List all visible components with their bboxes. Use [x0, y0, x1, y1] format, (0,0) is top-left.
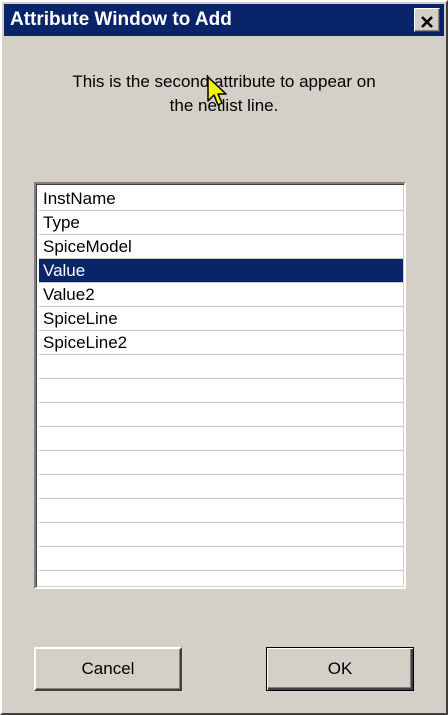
list-item[interactable]: SpiceLine2	[39, 331, 403, 355]
list-item-empty[interactable]	[39, 355, 403, 379]
list-item-empty[interactable]	[39, 499, 403, 523]
instruction-line-2: the netlist line.	[169, 96, 279, 115]
close-icon	[421, 16, 433, 28]
cancel-button[interactable]: Cancel	[34, 647, 182, 691]
close-button[interactable]	[414, 8, 440, 32]
list-item-empty[interactable]	[39, 427, 403, 451]
instruction-line-1: This is the second attribute to appear o…	[72, 72, 376, 91]
window-title: Attribute Window to Add	[10, 9, 232, 30]
ok-button[interactable]: OK	[266, 647, 414, 691]
list-item-empty[interactable]	[39, 451, 403, 475]
attribute-listbox[interactable]: InstName Type SpiceModel Value Value2 SpiceLi…	[34, 182, 406, 589]
list-item-empty[interactable]	[39, 547, 403, 571]
list-item-empty[interactable]	[39, 403, 403, 427]
list-item-empty[interactable]	[39, 523, 403, 547]
list-item-empty[interactable]	[39, 571, 403, 587]
list-item[interactable]: Type	[39, 211, 403, 235]
list-item-empty[interactable]	[39, 475, 403, 499]
list-item-empty[interactable]	[39, 379, 403, 403]
list-item[interactable]: Value	[39, 259, 403, 283]
list-item[interactable]: InstName	[39, 187, 403, 211]
instruction-text: This is the second attribute to appear o…	[22, 70, 426, 118]
list-item[interactable]: SpiceLine	[39, 307, 403, 331]
attribute-dialog: Attribute Window to Add This is the seco…	[0, 0, 448, 715]
title-bar[interactable]: Attribute Window to Add	[4, 4, 444, 36]
list-item[interactable]: Value2	[39, 283, 403, 307]
list-item[interactable]: SpiceModel	[39, 235, 403, 259]
